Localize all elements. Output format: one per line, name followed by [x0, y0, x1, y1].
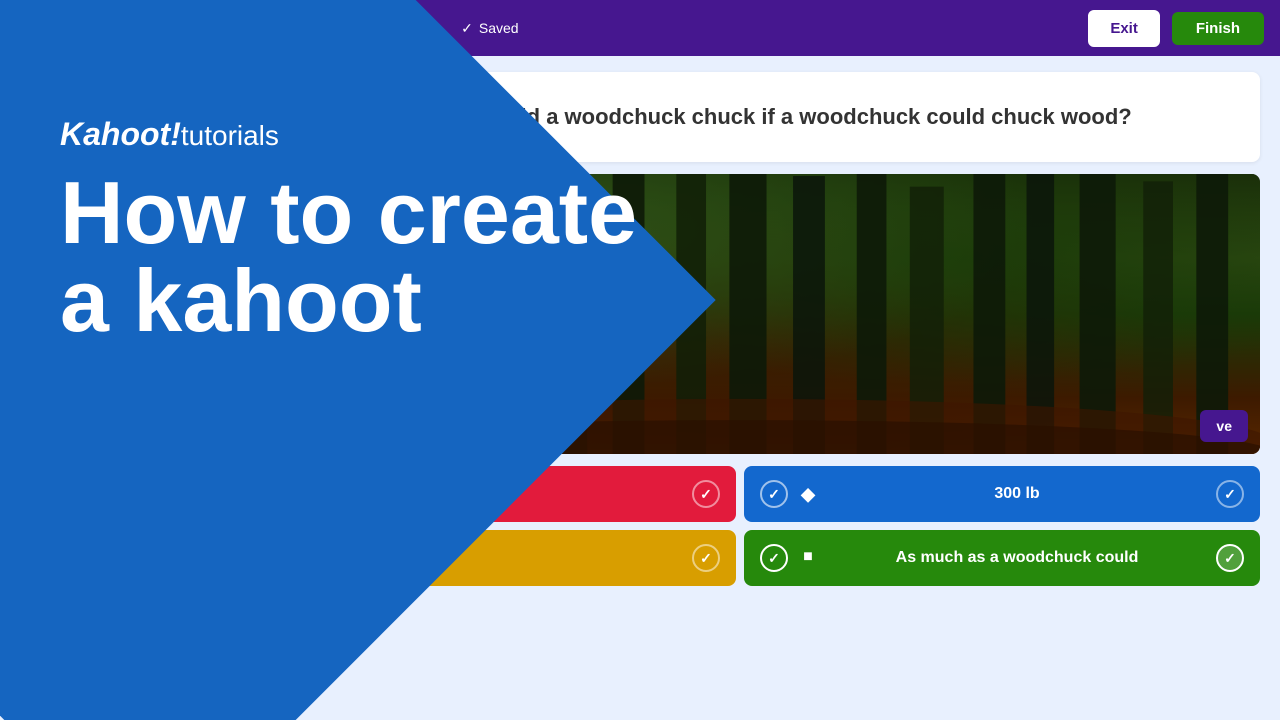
answer-correct-3: ✓	[692, 544, 720, 572]
answer-correct-4: ✓	[1216, 544, 1244, 572]
saved-status: ✓ Saved	[461, 20, 518, 37]
answer-check-4: ✓	[760, 544, 788, 572]
answer-correct-1: ✓	[692, 480, 720, 508]
answer-button-4[interactable]: ✓ ■ As much as a woodchuck could ✓	[744, 530, 1260, 586]
remove-image-button[interactable]: ve	[1200, 410, 1248, 442]
saved-label: Saved	[479, 20, 519, 36]
checkmark-icon: ✓	[461, 20, 473, 37]
diamond-icon: ◆	[798, 484, 818, 504]
finish-button[interactable]: Finish	[1172, 12, 1264, 45]
answer-text-2: 300 lb	[828, 485, 1206, 503]
exit-button[interactable]: Exit	[1088, 10, 1160, 47]
answer-text-4: As much as a woodchuck could	[828, 549, 1206, 567]
square-icon: ■	[798, 548, 818, 568]
answer-check-2: ✓	[760, 480, 788, 508]
answer-button-2[interactable]: ✓ ◆ 300 lb ✓	[744, 466, 1260, 522]
answer-correct-2: ✓	[1216, 480, 1244, 508]
